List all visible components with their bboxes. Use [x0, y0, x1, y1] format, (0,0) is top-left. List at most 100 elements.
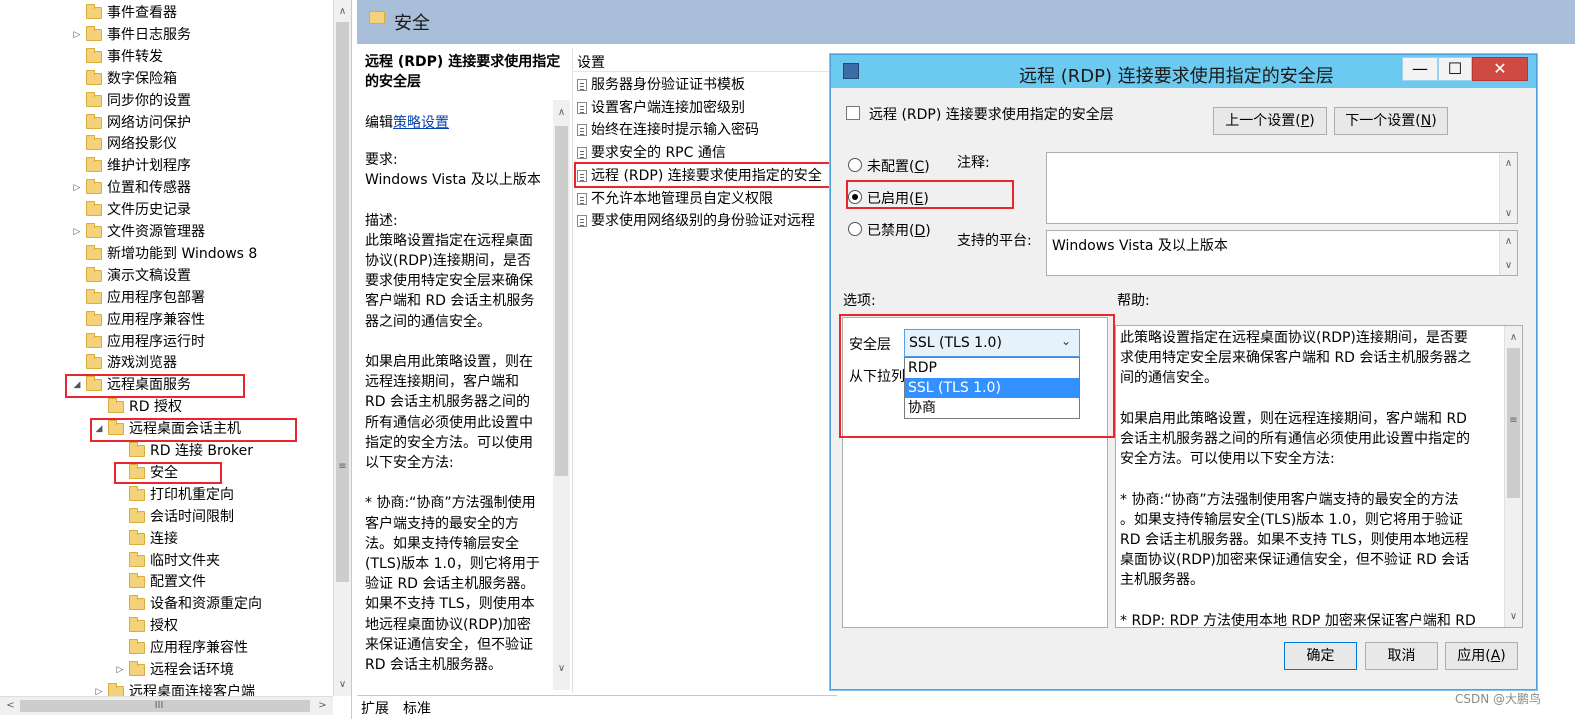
policy-app-icon [843, 63, 859, 79]
scroll-up-icon[interactable]: ∧ [1505, 329, 1522, 346]
tree-item[interactable]: 授权 [0, 615, 333, 637]
maximize-icon[interactable]: ☐ [1438, 57, 1472, 81]
tree-item-label: 应用程序兼容性 [150, 640, 248, 657]
tree-item[interactable]: 维护计划程序 [0, 155, 333, 177]
comment-field[interactable]: ∧ ∨ [1046, 152, 1518, 224]
tree-item[interactable]: 安全 [0, 462, 333, 484]
expand-toggle-icon[interactable]: ◢ [94, 418, 104, 440]
tree-item[interactable]: ▷ 事件日志服务 [0, 24, 333, 46]
tree-item[interactable]: 连接 [0, 528, 333, 550]
radio-enabled-label[interactable]: 已启用(E) [867, 188, 929, 208]
tree-item[interactable]: RD 连接 Broker [0, 440, 333, 462]
radio-enabled[interactable] [848, 190, 862, 204]
dropdown-option[interactable]: RDP [905, 358, 1079, 378]
tree-item[interactable]: 应用程序兼容性 [0, 637, 333, 659]
dropdown-option-selected[interactable]: SSL (TLS 1.0) [905, 378, 1079, 398]
settings-column-header[interactable]: 设置 [572, 50, 842, 72]
tree-horizontal-scrollbar[interactable]: < III > [0, 696, 333, 715]
setting-row[interactable]: 设置客户端连接加密级别 [577, 97, 745, 119]
folder-icon [86, 244, 102, 260]
comment-scrollbar[interactable]: ∧ ∨ [1499, 153, 1517, 223]
navigation-tree[interactable]: 事件查看器 ▷ 事件日志服务 事件转发 数字保险箱 同步你的设置 网络访问保护 网络投影仪 维护… [0, 0, 352, 719]
setting-row[interactable]: 服务器身份验证证书模板 [577, 74, 745, 96]
radio-disabled[interactable] [848, 222, 862, 236]
tree-item[interactable]: ▷ 远程会话环境 [0, 659, 333, 681]
expand-toggle-icon[interactable]: ▷ [72, 177, 82, 199]
radio-disabled-label[interactable]: 已禁用(D) [867, 220, 931, 240]
tree-item[interactable]: 游戏浏览器 [0, 352, 333, 374]
expand-toggle-icon[interactable]: ▷ [72, 221, 82, 243]
next-setting-button[interactable]: 下一个设置(N) [1334, 107, 1448, 135]
dropdown-option[interactable]: 协商 [905, 398, 1079, 418]
scroll-down-icon[interactable]: ∨ [1505, 608, 1522, 625]
tree-item[interactable]: RD 授权 [0, 396, 333, 418]
tab-extended[interactable]: 扩展 [361, 698, 389, 718]
scroll-down-icon[interactable]: ∨ [1500, 257, 1517, 274]
folder-icon [129, 463, 145, 479]
tree-item-label: 文件资源管理器 [107, 224, 205, 240]
edit-policy-link[interactable]: 策略设置 [393, 115, 449, 131]
tree-item[interactable]: 应用程序运行时 [0, 331, 333, 353]
tree-item[interactable]: ◢ 远程桌面会话主机 [0, 418, 333, 440]
scroll-up-icon[interactable]: ∧ [1500, 233, 1517, 250]
tree-item[interactable]: 数字保险箱 [0, 68, 333, 90]
setting-row[interactable]: 不允许本地管理员自定义权限 [577, 188, 773, 210]
scroll-down-icon[interactable]: ∨ [1500, 205, 1517, 222]
tree-item[interactable]: 事件查看器 [0, 2, 333, 24]
tree-item[interactable]: 新增功能到 Windows 8 [0, 243, 333, 265]
tab-standard[interactable]: 标准 [403, 698, 431, 718]
tree-item[interactable]: ▷ 文件资源管理器 [0, 221, 333, 243]
expand-toggle-icon[interactable]: ▷ [115, 659, 125, 681]
scroll-down-icon[interactable]: ∨ [334, 676, 351, 693]
tree-item[interactable]: 应用程序包部署 [0, 287, 333, 309]
tree-item[interactable]: ▷ 位置和传感器 [0, 177, 333, 199]
scroll-down-icon[interactable]: ∨ [553, 660, 570, 677]
apply-button[interactable]: 应用(A) [1445, 642, 1518, 670]
help-scrollbar[interactable]: ∧ ≡ ∨ [1504, 326, 1522, 627]
setting-row[interactable]: 要求使用网络级别的身份验证对远程 [577, 210, 815, 232]
scroll-up-icon[interactable]: ∧ [1500, 155, 1517, 172]
close-icon[interactable]: ✕ [1472, 57, 1528, 81]
minimize-icon[interactable]: — [1402, 57, 1438, 81]
description-line: 验证 RD 会话主机服务器。 [365, 576, 535, 593]
tree-item[interactable]: 事件转发 [0, 46, 333, 68]
tree-vertical-scrollbar[interactable]: ∧ ≡ ∨ [333, 0, 351, 696]
tree-item[interactable]: 配置文件 [0, 571, 333, 593]
security-layer-select[interactable]: SSL (TLS 1.0) ⌄ [904, 329, 1080, 357]
tree-item[interactable]: 应用程序兼容性 [0, 309, 333, 331]
radio-not-configured[interactable] [848, 158, 862, 172]
scroll-up-icon[interactable]: ∧ [334, 3, 351, 20]
setting-row[interactable]: 始终在连接时提示输入密码 [577, 119, 759, 141]
tree-item[interactable]: 临时文件夹 [0, 550, 333, 572]
tree-item[interactable]: 网络访问保护 [0, 112, 333, 134]
tree-item[interactable]: 文件历史记录 [0, 199, 333, 221]
tree-item[interactable]: 演示文稿设置 [0, 265, 333, 287]
scroll-thumb[interactable] [336, 22, 349, 582]
column-header-label: 设置 [577, 55, 605, 71]
platform-scrollbar[interactable]: ∧ ∨ [1499, 231, 1517, 275]
expand-toggle-icon[interactable]: ◢ [72, 374, 82, 396]
tree-item[interactable]: 同步你的设置 [0, 90, 333, 112]
setting-row[interactable]: 要求安全的 RPC 通信 [577, 142, 726, 164]
cancel-button[interactable]: 取消 [1365, 642, 1438, 670]
tree-item[interactable]: ◢ 远程桌面服务 [0, 374, 333, 396]
scroll-left-icon[interactable]: < [2, 697, 19, 714]
setting-row[interactable]: 远程 (RDP) 连接要求使用指定的安全 [577, 165, 822, 187]
tree-item[interactable]: 网络投影仪 [0, 133, 333, 155]
description-scrollbar[interactable]: ∧ ∨ [553, 100, 570, 690]
tree-item[interactable]: 设备和资源重定向 [0, 593, 333, 615]
previous-setting-button[interactable]: 上一个设置(P) [1213, 107, 1327, 135]
scroll-thumb[interactable] [555, 126, 568, 476]
expand-toggle-icon[interactable]: ▷ [72, 24, 82, 46]
scroll-right-icon[interactable]: > [314, 697, 331, 714]
folder-icon [129, 529, 145, 545]
ok-button[interactable]: 确定 [1284, 642, 1357, 670]
dialog-titlebar[interactable]: 远程 (RDP) 连接要求使用指定的安全层 — ☐ ✕ [831, 55, 1536, 88]
scroll-up-icon[interactable]: ∧ [553, 104, 570, 121]
tree-item[interactable]: 打印机重定向 [0, 484, 333, 506]
watermark: CSDN @大鹏鸟 [1455, 692, 1542, 706]
tree-item[interactable]: 会话时间限制 [0, 506, 333, 528]
folder-icon [129, 617, 145, 633]
scroll-grip-icon: ≡ [1509, 415, 1518, 426]
radio-not-configured-label[interactable]: 未配置(C) [867, 156, 930, 176]
